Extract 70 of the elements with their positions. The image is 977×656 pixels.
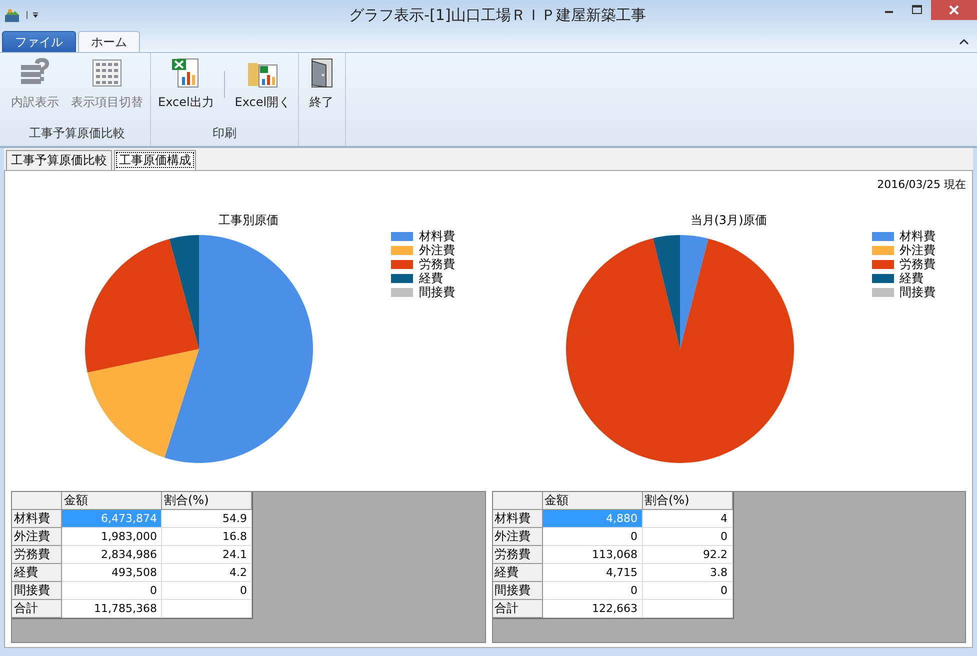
row-header: 労務費 bbox=[492, 546, 542, 564]
window-title: グラフ表示-[1]山口工場ＲＩＰ建屋新築工事 bbox=[348, 6, 647, 24]
table-cell[interactable]: 0 bbox=[62, 582, 162, 600]
table-cell[interactable]: 122,663 bbox=[542, 600, 642, 618]
row-header: 合計 bbox=[492, 600, 542, 618]
column-header: 金額 bbox=[62, 492, 162, 510]
column-header: 金額 bbox=[542, 492, 642, 510]
view-tab[interactable]: 工事原価構成 bbox=[114, 150, 196, 170]
table-cell[interactable]: 0 bbox=[542, 528, 642, 546]
table-cell[interactable]: 11,785,368 bbox=[62, 600, 162, 618]
row-header: 外注費 bbox=[492, 528, 542, 546]
table-cell[interactable]: 113,068 bbox=[542, 546, 642, 564]
collapse-ribbon-icon[interactable] bbox=[959, 38, 969, 46]
table-corner bbox=[492, 492, 542, 510]
table-cell[interactable]: 92.2 bbox=[642, 546, 732, 564]
legend-label: 労務費 bbox=[419, 256, 455, 272]
row-header: 間接費 bbox=[12, 582, 62, 600]
legend-label: 外注費 bbox=[419, 242, 455, 258]
close-icon bbox=[949, 5, 959, 15]
table-cell[interactable]: 4.2 bbox=[162, 564, 252, 582]
ribbon-group-label: 印刷 bbox=[211, 125, 238, 142]
row-header: 材料費 bbox=[12, 510, 62, 528]
view-tab[interactable]: 工事予算原価比較 bbox=[6, 150, 112, 170]
row-header: 労務費 bbox=[12, 546, 62, 564]
table-cell[interactable]: 16.8 bbox=[162, 528, 252, 546]
table-cell[interactable]: 0 bbox=[642, 528, 732, 546]
row-header: 合計 bbox=[12, 600, 62, 618]
table-cell[interactable]: 3.8 bbox=[642, 564, 732, 582]
maximize-icon bbox=[912, 5, 922, 15]
table-cell[interactable]: 0 bbox=[162, 582, 252, 600]
row-header: 間接費 bbox=[492, 582, 542, 600]
table-cell[interactable]: 0 bbox=[642, 582, 732, 600]
legend-label: 間接費 bbox=[419, 284, 455, 300]
as-of-date: 2016/03/25 現在 bbox=[877, 177, 966, 192]
ribbon-button[interactable]: Excel開く bbox=[230, 57, 295, 124]
legend-label: 間接費 bbox=[900, 284, 936, 300]
ribbon-button[interactable]: 終了 bbox=[302, 57, 342, 124]
legend-label: 材料費 bbox=[419, 228, 455, 244]
row-header: 経費 bbox=[12, 564, 62, 582]
file-menu-tab[interactable]: ファイル bbox=[2, 31, 76, 52]
legend-label: 材料費 bbox=[900, 228, 936, 244]
table-corner bbox=[12, 492, 62, 510]
column-header: 割合(%) bbox=[162, 492, 252, 510]
row-header: 経費 bbox=[492, 564, 542, 582]
app-icon bbox=[4, 7, 20, 23]
table-cell[interactable] bbox=[642, 600, 732, 618]
grid-icon bbox=[91, 57, 123, 89]
table-cell[interactable]: 493,508 bbox=[62, 564, 162, 582]
table-cell[interactable]: 4,715 bbox=[542, 564, 642, 582]
table-cell[interactable]: 4 bbox=[642, 510, 732, 528]
row-header: 外注費 bbox=[12, 528, 62, 546]
table-cell[interactable]: 0 bbox=[542, 582, 642, 600]
table-cell[interactable]: 2,834,986 bbox=[62, 546, 162, 564]
table-cell[interactable]: 54.9 bbox=[162, 510, 252, 528]
ribbon-button[interactable]: Excel出力 bbox=[154, 57, 218, 124]
table-cell[interactable]: 24.1 bbox=[162, 546, 252, 564]
close-button[interactable] bbox=[931, 0, 977, 20]
chart-title: 工事別原価 bbox=[218, 212, 278, 229]
table-cell[interactable]: 1,983,000 bbox=[62, 528, 162, 546]
table-cell[interactable] bbox=[162, 600, 252, 618]
column-header: 割合(%) bbox=[642, 492, 732, 510]
legend-label: 経費 bbox=[419, 270, 443, 286]
chart-title: 当月(3月)原価 bbox=[690, 212, 768, 229]
row-header: 材料費 bbox=[492, 510, 542, 528]
quick-access-dropdown-icon[interactable] bbox=[26, 9, 40, 21]
ribbon-group-label: 工事予算原価比較 bbox=[28, 125, 126, 142]
legend-label: 経費 bbox=[900, 270, 924, 286]
ribbon-tab[interactable]: ホーム bbox=[78, 31, 140, 52]
legend-label: 労務費 bbox=[900, 256, 936, 272]
legend-label: 外注費 bbox=[900, 242, 936, 258]
